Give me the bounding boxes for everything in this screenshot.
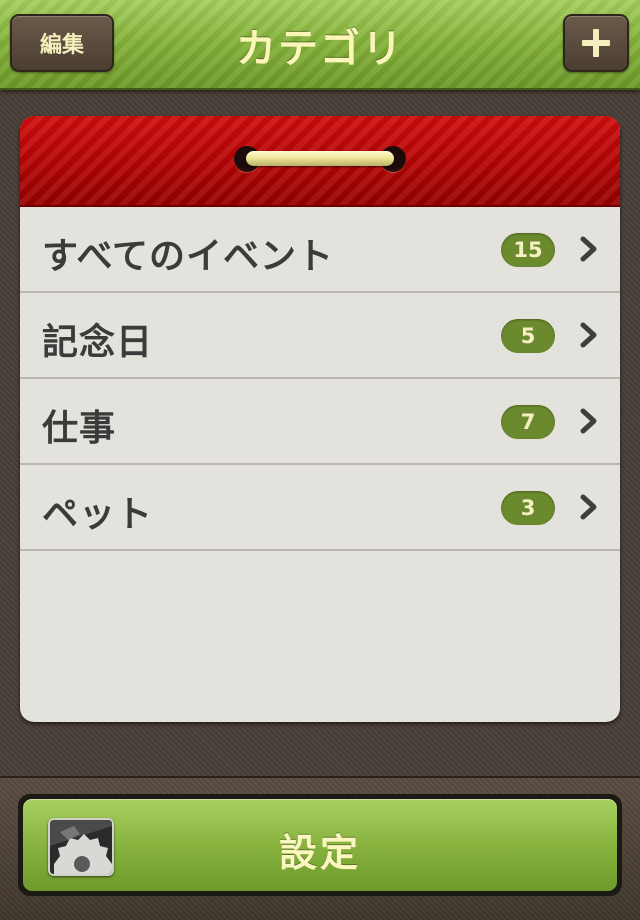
page-title: カテゴリ [236,26,404,72]
chevron-right-icon [580,322,597,348]
count-badge: 5 [501,319,555,353]
chevron-right-icon [580,236,597,262]
category-label: 仕事 [42,408,117,449]
ring-bar [246,151,394,166]
settings-button[interactable]: 設定 [18,794,622,896]
category-label: すべてのイベント [42,236,335,277]
category-label: ペット [42,494,154,535]
category-row-work[interactable]: 仕事 7 [20,379,620,465]
count-badge: 15 [501,233,555,267]
navigation-bar: 編集 カテゴリ [0,0,640,90]
chevron-right-icon [580,408,597,434]
binding-ring [234,146,406,172]
plus-icon [582,29,610,57]
category-row-all-events[interactable]: すべてのイベント 15 [20,207,620,293]
category-row-anniversary[interactable]: 記念日 5 [20,293,620,379]
settings-button-face: 設定 [23,799,617,891]
count-badge: 7 [501,405,555,439]
category-row-pet[interactable]: ペット 3 [20,465,620,551]
add-category-button[interactable] [563,14,629,72]
category-label: 記念日 [42,322,154,363]
calendar-binding-header [20,116,620,207]
settings-label: 設定 [278,831,361,875]
chevron-right-icon [580,494,597,520]
count-badge: 3 [501,491,555,525]
category-card: すべてのイベント 15 記念日 5 仕事 7 ペット 3 [20,116,620,722]
